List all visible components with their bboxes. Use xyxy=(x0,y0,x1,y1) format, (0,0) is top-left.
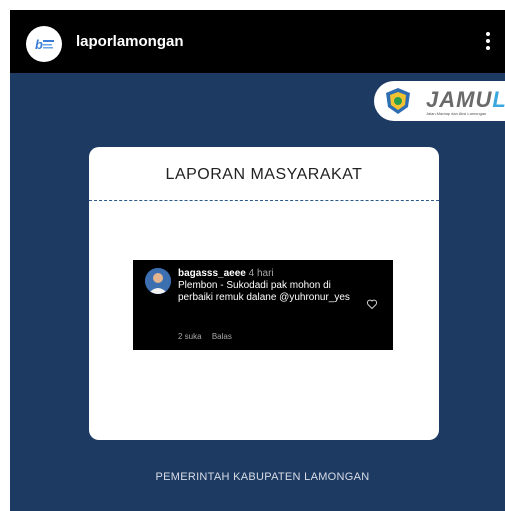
brand-pill: JAMULA Jalan Mantap dan Aksi Lamongan xyxy=(374,81,505,121)
commenter-avatar xyxy=(145,268,171,294)
card-title: LAPORAN MASYARAKAT xyxy=(165,166,363,183)
card-divider xyxy=(89,200,439,201)
comment-reply: Balas xyxy=(211,332,232,341)
post-header: b laporlamongan xyxy=(10,10,505,73)
brand-main: JAMU xyxy=(426,87,493,112)
svg-text:b: b xyxy=(35,37,43,52)
brand-wordmark: JAMULA xyxy=(426,87,505,113)
comment-screenshot: bagasss_aeee 4 hari Plembon - Sukodadi p… xyxy=(133,260,393,350)
more-vertical-icon[interactable] xyxy=(478,32,498,54)
government-seal-icon xyxy=(384,87,412,115)
brand-tagline: Jalan Mantap dan Aksi Lamongan xyxy=(426,111,487,116)
profile-avatar-icon[interactable]: b xyxy=(26,26,62,62)
comment-time: 4 hari xyxy=(248,268,274,279)
comment-body: bagasss_aeee 4 hari Plembon - Sukodadi p… xyxy=(178,268,368,304)
report-card: LAPORAN MASYARAKAT bagasss_aeee 4 hari P… xyxy=(89,147,439,440)
heart-outline-icon xyxy=(366,297,378,310)
comment-text: Plembon - Sukodadi pak mohon di perbaiki… xyxy=(178,280,350,303)
profile-username[interactable]: laporlamongan xyxy=(76,33,184,50)
comment-meta: 2 suka Balas xyxy=(178,332,240,341)
comment-username: bagasss_aeee xyxy=(178,268,246,279)
comment-likes: 2 suka xyxy=(178,332,202,341)
brand-accent: LA xyxy=(492,87,505,112)
footer-text: PEMERINTAH KABUPATEN LAMONGAN xyxy=(155,471,370,483)
post-frame: b laporlamongan JAMULA Jalan Mantap dan … xyxy=(10,10,505,511)
